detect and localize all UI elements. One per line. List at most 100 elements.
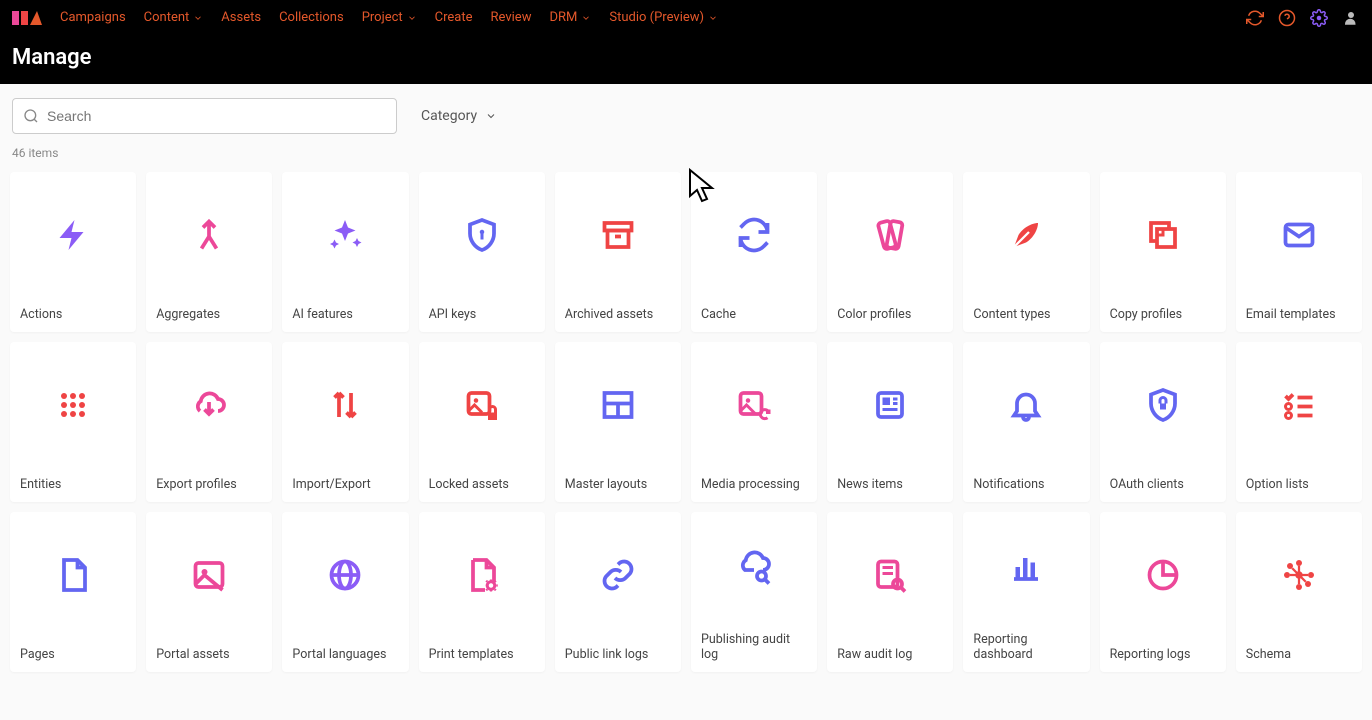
card-label: Public link logs xyxy=(555,637,681,672)
chevron-down-icon xyxy=(485,110,497,122)
nav-item-content[interactable]: Content xyxy=(144,10,204,25)
card-content-types[interactable]: Content types xyxy=(963,172,1089,332)
page-cog-icon xyxy=(419,512,545,637)
nav-item-campaigns[interactable]: Campaigns xyxy=(60,10,126,25)
chevron-down-icon xyxy=(708,13,718,23)
nav-item-review[interactable]: Review xyxy=(491,10,532,25)
main-nav: Campaigns Content Assets Collections Project… xyxy=(60,10,718,25)
toolbar: Category xyxy=(0,84,1372,142)
card-label: Export profiles xyxy=(146,467,272,502)
chevron-down-icon xyxy=(193,13,203,23)
archive-icon xyxy=(555,172,681,297)
help-icon[interactable] xyxy=(1278,9,1296,27)
swatch-icon xyxy=(827,172,953,297)
card-label: Reporting dashboard xyxy=(963,622,1089,672)
card-export-profiles[interactable]: Export profiles xyxy=(146,342,272,502)
card-raw-audit-log[interactable]: Raw audit log xyxy=(827,512,953,672)
card-label: Content types xyxy=(963,297,1089,332)
page-header: Manage xyxy=(0,35,1372,84)
category-filter[interactable]: Category xyxy=(417,100,501,132)
card-archived-assets[interactable]: Archived assets xyxy=(555,172,681,332)
sync-icon[interactable] xyxy=(1246,9,1264,27)
bolt-icon xyxy=(10,172,136,297)
mail-icon xyxy=(1236,172,1362,297)
nav-item-assets[interactable]: Assets xyxy=(221,10,261,25)
nav-item-studio-preview-[interactable]: Studio (Preview) xyxy=(609,10,718,25)
card-oauth-clients[interactable]: OAuth clients xyxy=(1100,342,1226,502)
card-api-keys[interactable]: API keys xyxy=(419,172,545,332)
card-schema[interactable]: Schema xyxy=(1236,512,1362,672)
feather-icon xyxy=(963,172,1089,297)
card-news-items[interactable]: News items xyxy=(827,342,953,502)
card-label: Email templates xyxy=(1236,297,1362,332)
card-entities[interactable]: Entities xyxy=(10,342,136,502)
card-label: Aggregates xyxy=(146,297,272,332)
card-print-templates[interactable]: Print templates xyxy=(419,512,545,672)
card-public-link-logs[interactable]: Public link logs xyxy=(555,512,681,672)
user-icon[interactable] xyxy=(1342,9,1360,27)
image-icon xyxy=(146,512,272,637)
card-label: Notifications xyxy=(963,467,1089,502)
sparkles-icon xyxy=(282,172,408,297)
settings-icon[interactable] xyxy=(1310,9,1328,27)
card-label: Pages xyxy=(10,637,136,672)
grid-dots-icon xyxy=(10,342,136,467)
cloud-search-icon xyxy=(691,512,817,622)
nav-item-project[interactable]: Project xyxy=(362,10,417,25)
card-label: Archived assets xyxy=(555,297,681,332)
card-portal-languages[interactable]: Portal languages xyxy=(282,512,408,672)
card-reporting-dashboard[interactable]: Reporting dashboard xyxy=(963,512,1089,672)
bell-icon xyxy=(963,342,1089,467)
card-label: Reporting logs xyxy=(1100,637,1226,672)
shield-key-icon xyxy=(419,172,545,297)
nav-item-create[interactable]: Create xyxy=(435,10,473,25)
topbar: Campaigns Content Assets Collections Project… xyxy=(0,0,1372,35)
page-title: Manage xyxy=(12,45,1360,70)
search-icon xyxy=(23,108,39,124)
card-label: Publishing audit log xyxy=(691,622,817,672)
search-input[interactable] xyxy=(47,108,386,124)
page-icon xyxy=(10,512,136,637)
logo[interactable] xyxy=(12,9,42,27)
card-ai-features[interactable]: AI features xyxy=(282,172,408,332)
card-locked-assets[interactable]: Locked assets xyxy=(419,342,545,502)
up-down-icon xyxy=(282,342,408,467)
card-publishing-audit-log[interactable]: Publishing audit log xyxy=(691,512,817,672)
shield-lock-icon xyxy=(1100,342,1226,467)
card-grid: Actions Aggregates AI features API keys Arch… xyxy=(0,172,1372,692)
card-reporting-logs[interactable]: Reporting logs xyxy=(1100,512,1226,672)
card-cache[interactable]: Cache xyxy=(691,172,817,332)
card-label: Copy profiles xyxy=(1100,297,1226,332)
card-media-processing[interactable]: Media processing xyxy=(691,342,817,502)
link-icon xyxy=(555,512,681,637)
card-email-templates[interactable]: Email templates xyxy=(1236,172,1362,332)
card-import-export[interactable]: Import/Export xyxy=(282,342,408,502)
pie-icon xyxy=(1100,512,1226,637)
card-notifications[interactable]: Notifications xyxy=(963,342,1089,502)
card-aggregates[interactable]: Aggregates xyxy=(146,172,272,332)
chevron-down-icon xyxy=(581,13,591,23)
card-actions[interactable]: Actions xyxy=(10,172,136,332)
card-portal-assets[interactable]: Portal assets xyxy=(146,512,272,672)
card-label: Option lists xyxy=(1236,467,1362,502)
doc-search-icon xyxy=(827,512,953,637)
cloud-down-icon xyxy=(146,342,272,467)
nav-item-drm[interactable]: DRM xyxy=(549,10,591,25)
card-label: Print templates xyxy=(419,637,545,672)
search-box[interactable] xyxy=(12,98,397,134)
card-copy-profiles[interactable]: Copy profiles xyxy=(1100,172,1226,332)
layout-icon xyxy=(555,342,681,467)
card-label: Portal assets xyxy=(146,637,272,672)
card-option-lists[interactable]: Option lists xyxy=(1236,342,1362,502)
category-label: Category xyxy=(421,108,477,124)
card-pages[interactable]: Pages xyxy=(10,512,136,672)
card-label: Raw audit log xyxy=(827,637,953,672)
nav-item-collections[interactable]: Collections xyxy=(279,10,344,25)
card-label: API keys xyxy=(419,297,545,332)
chart-icon xyxy=(963,512,1089,622)
item-count: 46 items xyxy=(0,142,1372,172)
checklist-icon xyxy=(1236,342,1362,467)
card-master-layouts[interactable]: Master layouts xyxy=(555,342,681,502)
card-color-profiles[interactable]: Color profiles xyxy=(827,172,953,332)
merge-icon xyxy=(146,172,272,297)
